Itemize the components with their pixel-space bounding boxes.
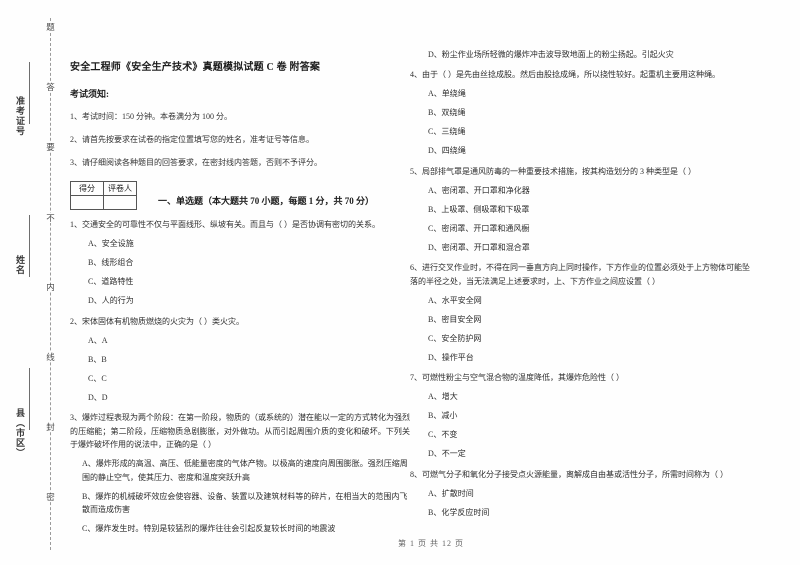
question-4-option-a[interactable]: A、单绕绳 [410, 87, 750, 101]
seal-char-7: 密 [43, 492, 58, 502]
seal-char-4: 内 [43, 282, 58, 292]
grader-header-cell: 评卷人 [103, 181, 137, 196]
question-7-option-b[interactable]: B、减小 [410, 409, 750, 423]
paper-content: 安全工程师《安全生产技术》真题模拟试题 C 卷 附答案 考试须知: 1、考试时间… [62, 0, 800, 565]
seal-char-3: 不 [43, 213, 58, 223]
question-6-stem: 6、进行交叉作业时，不得在同一垂直方向上同时操作，下方作业的位置必须处于上方物体… [410, 263, 750, 286]
question-7-option-d[interactable]: D、不一定 [410, 447, 750, 461]
seal-label-name: 姓名 [15, 255, 25, 275]
question-4-option-d[interactable]: D、四绕绳 [410, 144, 750, 158]
seal-char-6: 封 [43, 422, 58, 432]
seal-char-2: 要 [43, 142, 58, 152]
question-3-option-c[interactable]: C、爆炸发生时。特别是较猛烈的爆炸往往会引起反复较长时间的地震波 [70, 522, 410, 536]
seal-rule-2 [29, 215, 30, 277]
question-6-option-c[interactable]: C、安全防护网 [410, 332, 750, 346]
question-8-stem: 8、可燃气分子和氧化分子接受点火源能量，离解成自由基或活性分子，所需时间称为（ … [410, 469, 728, 479]
question-7-option-c[interactable]: C、不变 [410, 428, 750, 442]
question-5-option-a[interactable]: A、密闭罩、开口罩和净化器 [410, 184, 750, 198]
question-3-stem: 3、爆炸过程表现为两个阶段：在第一阶段，物质的（或系统的）潜在能以一定的方式转化… [70, 413, 410, 449]
question-5-stem: 5、局部排气罩是通风防毒的一种重要技术措施，按其构造划分的 3 种类型是（ ） [410, 166, 696, 176]
question-5: 5、局部排气罩是通风防毒的一种重要技术措施，按其构造划分的 3 种类型是（ ） [410, 165, 750, 179]
question-6-option-a[interactable]: A、水平安全网 [410, 294, 750, 308]
question-6: 6、进行交叉作业时，不得在同一垂直方向上同时操作，下方作业的位置必须处于上方物体… [410, 261, 750, 288]
question-4-option-b[interactable]: B、双绕绳 [410, 106, 750, 120]
question-2-option-d[interactable]: D、D [70, 391, 410, 405]
question-1-option-d[interactable]: D、人的行为 [70, 294, 410, 308]
question-3: 3、爆炸过程表现为两个阶段：在第一阶段，物质的（或系统的）潜在能以一定的方式转化… [70, 411, 410, 452]
question-3-option-b[interactable]: B、爆炸的机械破坏效应会使容器、设备、装置以及建筑材料等的碎片，在相当大的范围内… [70, 490, 410, 517]
score-header-cell: 得分 [70, 181, 104, 196]
grader-value-cell[interactable] [103, 195, 137, 210]
question-8: 8、可燃气分子和氧化分子接受点火源能量，离解成自由基或活性分子，所需时间称为（ … [410, 468, 750, 482]
question-5-option-c[interactable]: C、密闭罩、开口罩和通风橱 [410, 222, 750, 236]
seal-char-5: 线 [43, 352, 58, 362]
question-3-option-d[interactable]: D、粉尘作业场所轻微的爆炸冲击波导致地面上的粉尘扬起。引起火灾 [410, 48, 750, 62]
page-title: 安全工程师《安全生产技术》真题模拟试题 C 卷 附答案 [70, 62, 321, 73]
question-8-option-b[interactable]: B、化学反应时间 [410, 506, 750, 520]
question-4-stem: 4、由于（ ）是先由丝捻成股。然后由股捻成绳，所以挠性较好。起重机主要用这种绳。 [410, 70, 720, 79]
part-one-title: 一、单选题（本大题共 70 小题，每题 1 分，共 70 分） [158, 196, 375, 206]
question-4: 4、由于（ ）是先由丝捻成股。然后由股捻成绳，所以挠性较好。起重机主要用这种绳。 [410, 68, 750, 82]
question-1-option-a[interactable]: A、安全设施 [70, 237, 410, 251]
seal-rule-1 [29, 62, 30, 124]
question-1-option-b[interactable]: B、线形组合 [70, 256, 410, 270]
seal-char-0: 题 [43, 22, 58, 32]
question-2-option-a[interactable]: A、A [70, 334, 410, 348]
question-1-stem: 1、交通安全的可靠性不仅与平面线形、纵坡有关。而且与（ ）是否协调有密切的关系。 [70, 220, 380, 229]
question-5-option-d[interactable]: D、密闭罩、开口罩和混合罩 [410, 241, 750, 255]
question-6-option-d[interactable]: D、操作平台 [410, 351, 750, 365]
column-left: 安全工程师《安全生产技术》真题模拟试题 C 卷 附答案 考试须知: 1、考试时间… [70, 0, 410, 536]
exam-paper-page: 准考证号 姓名 县（市区） 题 答 要 不 内 线 封 密 安全工程师《安全生产… [0, 0, 800, 565]
question-2: 2、宋体固体有机物质燃烧的火灾为（ ）类火灾。 [70, 315, 410, 329]
question-1: 1、交通安全的可靠性不仅与平面线形、纵坡有关。而且与（ ）是否协调有密切的关系。 [70, 218, 410, 232]
seal-label-county-district: 县（市区） [15, 408, 25, 458]
exam-notice-1: 1、考试时间：150 分钟。本卷满分为 100 分。 [70, 112, 232, 121]
seal-rule-3 [29, 368, 30, 430]
question-2-stem: 2、宋体固体有机物质燃烧的火灾为（ ）类火灾。 [70, 316, 244, 326]
question-1-option-c[interactable]: C、道路特性 [70, 275, 410, 289]
question-4-option-c[interactable]: C、三绕绳 [410, 125, 750, 139]
exam-notice-heading: 考试须知: [70, 89, 109, 99]
question-3-option-a[interactable]: A、爆炸形成的高温、高压、低能量密度的气体产物。以极高的速度向周围膨胀。强烈压缩… [70, 457, 410, 484]
question-2-option-b[interactable]: B、B [70, 353, 410, 367]
exam-notice-3: 3、请仔细阅读各种题目的回答要求，在密封线内答题，否则不予评分。 [70, 158, 322, 167]
question-8-option-a[interactable]: A、扩散时间 [410, 487, 750, 501]
question-5-option-b[interactable]: B、上吸罩、侧吸罩和下吸罩 [410, 203, 750, 217]
question-2-option-c[interactable]: C、C [70, 372, 410, 386]
question-6-option-b[interactable]: B、密目安全网 [410, 313, 750, 327]
column-right: D、粉尘作业场所轻微的爆炸冲击波导致地面上的粉尘扬起。引起火灾 4、由于（ ）是… [410, 0, 750, 519]
question-7-stem: 7、可燃性粉尘与空气混合物的温度降低，其爆炸危险性（ ） [410, 373, 624, 382]
seal-char-1: 答 [43, 82, 58, 92]
page-footer: 第 1 页 共 12 页 [398, 539, 464, 548]
exam-notice-2: 2、请首先按要求在试卷的指定位置填写您的姓名，准考证号等信息。 [70, 135, 314, 144]
score-table-area: 得分 评卷人 一、单选题（本大题共 70 小题，每题 1 分，共 70 分） [70, 181, 410, 211]
question-7-option-a[interactable]: A、增大 [410, 390, 750, 404]
score-table: 得分 评卷人 [70, 181, 137, 210]
seal-label-admission-number: 准考证号 [15, 96, 25, 136]
sealed-line-margin: 准考证号 姓名 县（市区） 题 答 要 不 内 线 封 密 [0, 0, 62, 565]
score-value-cell[interactable] [70, 195, 104, 210]
question-7: 7、可燃性粉尘与空气混合物的温度降低，其爆炸危险性（ ） [410, 371, 750, 385]
